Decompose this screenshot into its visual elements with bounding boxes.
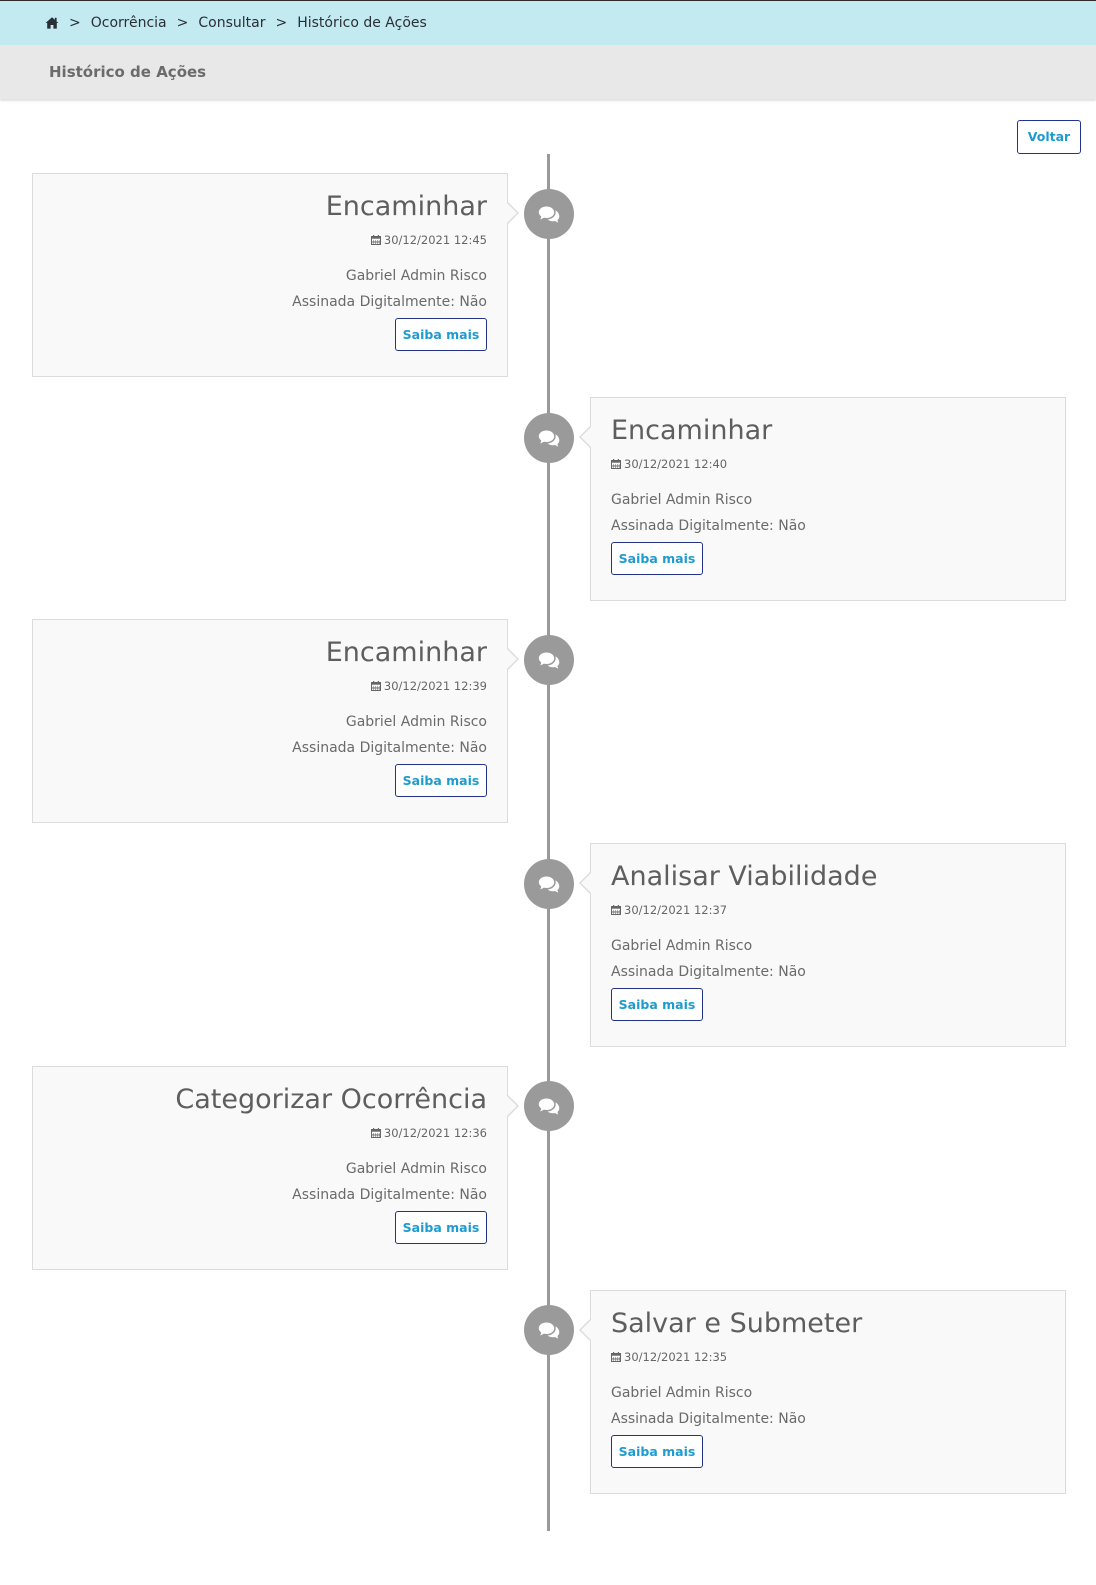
breadcrumb-item-ocorrencia[interactable]: Ocorrência (91, 15, 167, 31)
page-title: Histórico de Ações (49, 63, 207, 81)
event-date-text: 30/12/2021 12:35 (624, 1350, 728, 1364)
timeline-card: Encaminhar 30/12/2021 12:39 Gabriel Admin … (32, 619, 519, 823)
event-title: Categorizar Ocorrência (175, 1084, 487, 1115)
event-user: Gabriel Admin Risco (611, 1385, 753, 1401)
event-user: Gabriel Admin Risco (345, 1161, 487, 1177)
event-date: 30/12/2021 12:40 (611, 457, 1045, 472)
event-date: 30/12/2021 12:37 (611, 903, 1045, 918)
event-title: Encaminhar (325, 191, 487, 222)
breadcrumb-separator: > (176, 15, 189, 31)
event-signed-status: Assinada Digitalmente: Não (611, 1411, 806, 1427)
event-user: Gabriel Admin Risco (611, 492, 753, 508)
event-date-text: 30/12/2021 12:45 (383, 233, 487, 247)
timeline-card: Encaminhar 30/12/2021 12:40 Gabriel Admin … (579, 397, 1066, 601)
event-date-text: 30/12/2021 12:37 (624, 903, 728, 917)
card-pointer (579, 1318, 592, 1342)
event-signed-status: Assinada Digitalmente: Não (292, 1187, 487, 1203)
calendar-icon (611, 1351, 621, 1365)
timeline-card: Categorizar Ocorrência 30/12/2021 12:36 Ga… (32, 1066, 519, 1270)
event-date: 30/12/2021 12:36 (53, 1126, 487, 1141)
saiba-mais-button[interactable]: Saiba mais (395, 764, 487, 797)
breadcrumb: > Ocorrência > Consultar > Histórico de … (0, 1, 1096, 45)
event-title: Analisar Viabilidade (611, 861, 878, 892)
event-date: 30/12/2021 12:39 (53, 679, 487, 694)
event-date-text: 30/12/2021 12:40 (624, 457, 728, 471)
timeline-card: Salvar e Submeter 30/12/2021 12:35 Gabriel… (579, 1290, 1066, 1494)
card-pointer (506, 201, 519, 225)
event-user: Gabriel Admin Risco (345, 268, 487, 284)
comments-icon (524, 635, 574, 685)
calendar-icon (611, 904, 621, 918)
saiba-mais-button[interactable]: Saiba mais (611, 542, 703, 575)
event-user: Gabriel Admin Risco (611, 938, 753, 954)
breadcrumb-item-current: Histórico de Ações (297, 15, 427, 31)
comments-icon (524, 1305, 574, 1355)
event-date: 30/12/2021 12:35 (611, 1350, 1045, 1365)
calendar-icon (370, 234, 381, 248)
saiba-mais-button[interactable]: Saiba mais (395, 1211, 487, 1244)
event-title: Salvar e Submeter (611, 1308, 863, 1339)
page-title-bar: Histórico de Ações (0, 45, 1096, 99)
back-button[interactable]: Voltar (1017, 120, 1081, 154)
calendar-icon (370, 1127, 381, 1141)
event-user: Gabriel Admin Risco (345, 714, 487, 730)
calendar-icon (370, 680, 381, 694)
home-icon[interactable] (45, 16, 59, 30)
event-date-text: 30/12/2021 12:36 (383, 1126, 487, 1140)
event-title: Encaminhar (611, 415, 773, 446)
card-pointer (506, 1094, 519, 1118)
saiba-mais-button[interactable]: Saiba mais (395, 318, 487, 351)
event-date: 30/12/2021 12:45 (53, 233, 487, 248)
saiba-mais-button[interactable]: Saiba mais (611, 1435, 703, 1468)
event-signed-status: Assinada Digitalmente: Não (292, 294, 487, 310)
event-date-text: 30/12/2021 12:39 (383, 679, 487, 693)
event-signed-status: Assinada Digitalmente: Não (611, 518, 806, 534)
saiba-mais-button[interactable]: Saiba mais (611, 988, 703, 1021)
calendar-icon (611, 458, 621, 472)
comments-icon (524, 413, 574, 463)
comments-icon (524, 1081, 574, 1131)
comments-icon (524, 189, 574, 239)
comments-icon (524, 859, 574, 909)
card-pointer (579, 425, 592, 449)
card-pointer (506, 647, 519, 671)
event-title: Encaminhar (325, 637, 487, 668)
breadcrumb-separator: > (69, 15, 81, 31)
event-signed-status: Assinada Digitalmente: Não (292, 740, 487, 756)
timeline-card: Encaminhar 30/12/2021 12:45 Gabriel Admin … (32, 173, 519, 377)
breadcrumb-separator: > (275, 15, 288, 31)
event-signed-status: Assinada Digitalmente: Não (611, 964, 806, 980)
timeline-card: Analisar Viabilidade 30/12/2021 12:37 Gabr… (579, 843, 1066, 1047)
card-pointer (579, 871, 592, 895)
breadcrumb-item-consultar[interactable]: Consultar (198, 15, 265, 31)
